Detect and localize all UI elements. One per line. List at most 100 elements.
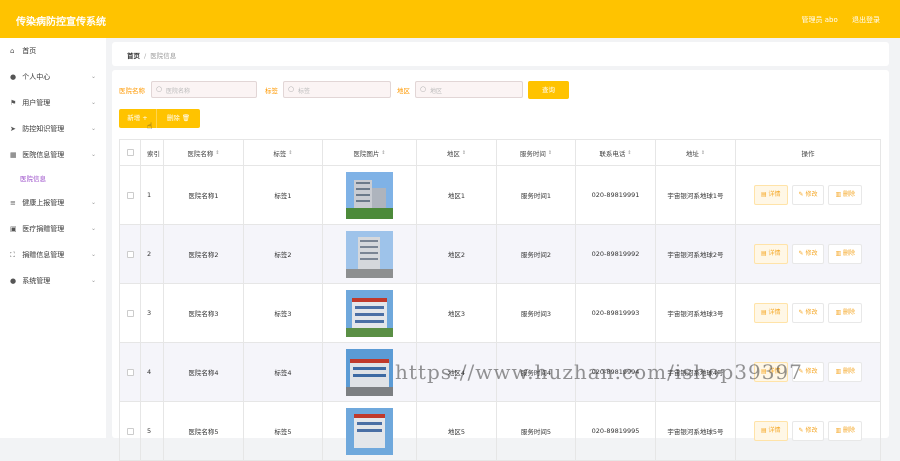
cell-index: 1: [141, 166, 164, 224]
edit-button[interactable]: ✎ 修改: [791, 185, 825, 205]
cell-time: 服务时间5: [497, 402, 576, 460]
area-input[interactable]: ○ 地区: [415, 81, 523, 98]
cell-phone: 020-89819991: [576, 166, 656, 224]
cell-time: 服务时间2: [497, 225, 576, 283]
edit-button[interactable]: ✎ 修改: [791, 421, 825, 441]
delete-button[interactable]: ▥ 删除: [828, 244, 863, 264]
breadcrumb-separator: /: [144, 52, 147, 60]
chevron-down-icon: ⌄: [90, 251, 96, 258]
delete-button[interactable]: ▥ 删除: [828, 421, 863, 441]
header-name[interactable]: 医院名称 ⇕: [164, 140, 244, 165]
name-input[interactable]: ○ 医院名称: [151, 81, 257, 98]
nav-donation-info[interactable]: ⛶ 捐赠信息管理 ⌄: [0, 242, 106, 268]
edit-button[interactable]: ✎ 修改: [791, 244, 825, 264]
area-placeholder: 地区: [430, 88, 443, 95]
delete-button[interactable]: ▥ 删除: [828, 185, 863, 205]
nav-hospital-info[interactable]: 医院信息: [0, 168, 106, 190]
header-photo[interactable]: 医院图片 ⇕: [323, 140, 417, 165]
query-button[interactable]: 查询: [528, 81, 569, 99]
user-area: 管理员 abo 退出登录: [790, 15, 880, 25]
nav-personal-center[interactable]: ● 个人中心 ⌄: [0, 64, 106, 90]
name-label: 医院名称: [119, 87, 145, 95]
logout-link[interactable]: 退出登录: [852, 16, 880, 24]
cell-index: 5: [141, 402, 164, 460]
chevron-down-icon: ⌄: [90, 199, 96, 206]
batch-delete-button[interactable]: 删除 🗑: [156, 109, 200, 128]
nav-donation-info-label: 捐赠信息管理: [22, 251, 65, 259]
header-index: 索引: [141, 140, 164, 165]
header-time[interactable]: 服务时间 ⇕: [497, 140, 576, 165]
row-checkbox[interactable]: [126, 191, 134, 199]
cell-index: 2: [141, 225, 164, 283]
delete-button[interactable]: ▥ 删除: [828, 303, 863, 323]
cell-area: 地区5: [417, 402, 497, 460]
header-area[interactable]: 地区 ⇕: [417, 140, 497, 165]
cell-photo: [323, 166, 417, 224]
header-phone-label: 联系电话: [599, 149, 626, 158]
breadcrumb-bar: 首页 / 医院信息: [112, 42, 889, 66]
cell-actions: ▤ 详情 ✎ 修改 ▥ 删除: [736, 402, 881, 460]
nav-home[interactable]: ⌂ 首页: [0, 38, 106, 64]
row-checkbox[interactable]: [126, 368, 134, 376]
cell-index: 3: [141, 284, 164, 342]
hospital-photo[interactable]: [346, 230, 393, 278]
edit-button[interactable]: ✎ 修改: [791, 303, 825, 323]
nav-user-management[interactable]: ⚑ 用户管理 ⌄: [0, 90, 106, 116]
nav-hospital-management[interactable]: ▦ 医院信息管理 ⌄: [0, 142, 106, 168]
breadcrumb-current: 医院信息: [150, 52, 177, 60]
table-row: 1 医院名称1 标签1 地区1 服务时间1 020-89819991 宇宙银河系…: [120, 166, 881, 225]
cell-address: 宇宙银河系地球2号: [656, 225, 736, 283]
sort-icon: ⇕: [547, 149, 553, 156]
cell-tag: 标签4: [244, 343, 323, 401]
nav-donation-management[interactable]: ▣ 医疗捐赠管理 ⌄: [0, 216, 106, 242]
detail-button[interactable]: ▤ 详情: [753, 421, 788, 441]
table-row: 2 医院名称2 标签2 地区2 服务时间2 020-89819992 宇宙银河系…: [120, 225, 881, 284]
sort-icon: ⇕: [461, 149, 467, 156]
detail-button[interactable]: ▤ 详情: [753, 244, 788, 264]
row-select-cell: [120, 225, 141, 283]
row-checkbox[interactable]: [126, 250, 134, 258]
delete-button[interactable]: ▥ 删除: [828, 362, 863, 382]
sort-icon: ⇕: [381, 149, 386, 156]
sidebar: ⌂ 首页 ● 个人中心 ⌄ ⚑ 用户管理 ⌄ ➤ 防控知识管理 ⌄ ▦ 医院信息…: [0, 38, 106, 438]
expand-icon: ⛶: [10, 251, 15, 259]
chevron-down-icon: ⌄: [90, 277, 96, 284]
cell-phone: 020-89819992: [576, 225, 656, 283]
search-icon: ○: [288, 85, 295, 93]
nav-system-management[interactable]: ● 系统管理 ⌄: [0, 268, 106, 294]
header-phone[interactable]: 联系电话 ⇕: [576, 140, 656, 165]
top-bar: 传染病防控宣传系统 管理员 abo 退出登录: [0, 0, 900, 38]
search-icon: ○: [420, 85, 427, 93]
nav-knowledge-management[interactable]: ➤ 防控知识管理 ⌄: [0, 116, 106, 142]
sort-icon: ⇕: [627, 149, 632, 156]
select-all-cell: [120, 140, 141, 165]
cell-name: 医院名称4: [164, 343, 244, 401]
nav-health-report[interactable]: ≡ 健康上报管理 ⌄: [0, 190, 106, 216]
cell-address: 宇宙银河系地球5号: [656, 402, 736, 460]
detail-button[interactable]: ▤ 详情: [753, 303, 788, 323]
row-select-cell: [120, 343, 141, 401]
home-icon: ⌂: [10, 47, 15, 55]
header-tag-label: 标签: [273, 149, 287, 158]
table-row: 5 医院名称5 标签5 地区5 服务时间5 020-89819995 宇宙银河系…: [120, 402, 881, 461]
cell-actions: ▤ 详情 ✎ 修改 ▥ 删除: [736, 166, 881, 224]
table-header: 索引 医院名称 ⇕ 标签 ⇕ 医院图片 ⇕ 地区 ⇕ 服务时间 ⇕ 联系电话 ⇕ 地址 ⇕ 操…: [120, 140, 881, 166]
hospital-photo[interactable]: [346, 348, 393, 396]
chevron-down-icon: ⌄: [90, 225, 96, 232]
header-name-label: 医院名称: [187, 149, 214, 158]
area-label: 地区: [397, 87, 410, 95]
hospital-photo[interactable]: [346, 407, 393, 455]
row-checkbox[interactable]: [126, 427, 134, 435]
cell-area: 地区2: [417, 225, 497, 283]
detail-button[interactable]: ▤ 详情: [753, 185, 788, 205]
admin-role-label: 管理员 abo: [801, 16, 838, 24]
header-address[interactable]: 地址 ⇕: [656, 140, 736, 165]
hospital-photo[interactable]: [346, 289, 393, 337]
tag-input[interactable]: ○ 标签: [283, 81, 391, 98]
row-checkbox[interactable]: [126, 309, 134, 317]
select-all-checkbox[interactable]: [126, 149, 134, 156]
hospital-photo[interactable]: [346, 171, 393, 219]
header-tag[interactable]: 标签 ⇕: [244, 140, 323, 165]
cell-tag: 标签1: [244, 166, 323, 224]
breadcrumb-home[interactable]: 首页: [121, 52, 140, 60]
